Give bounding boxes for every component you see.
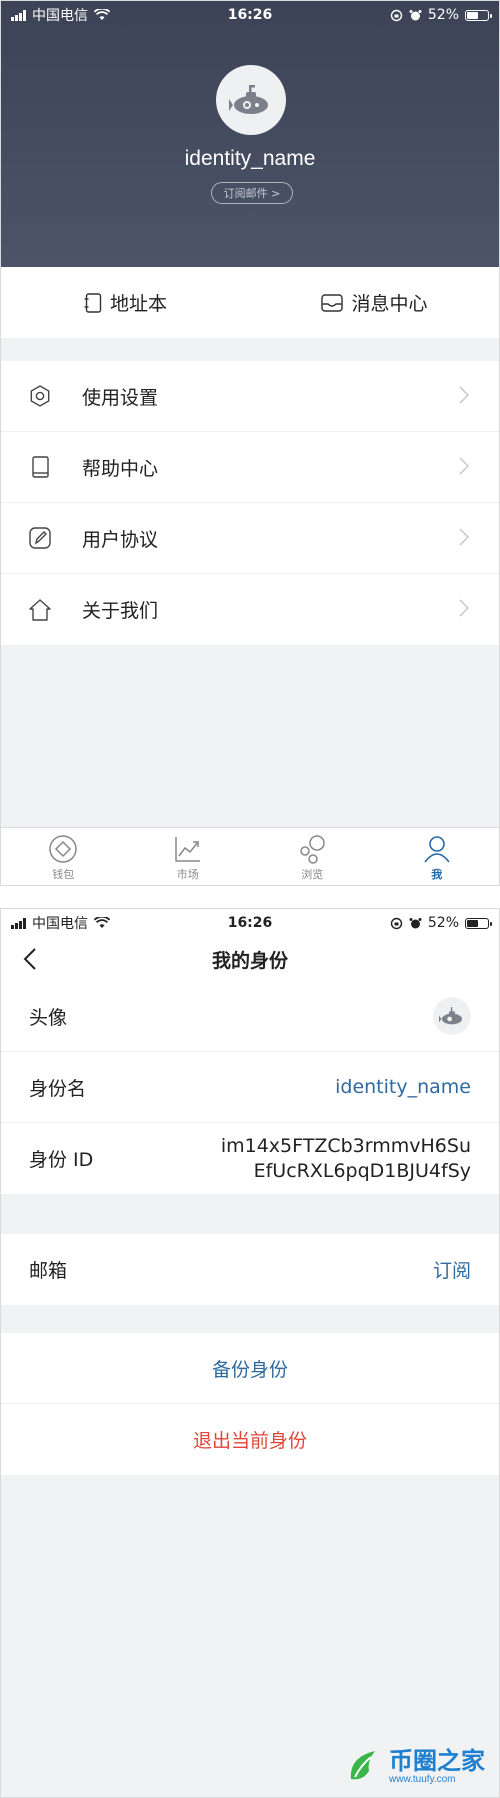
chevron-right-icon xyxy=(459,528,469,546)
nav-bar: 我的身份 xyxy=(1,937,499,981)
identity-screen: 中国电信 16:26 52% 我的身份 头像 身份名 identity_name… xyxy=(0,908,500,1798)
home-icon xyxy=(29,598,51,621)
rotation-lock-icon xyxy=(390,9,403,21)
address-book-icon xyxy=(84,292,102,313)
identity-id-value: im14x5FTZCb3rmmvH6Su EfUcRXL6pqD1BJU4fSy xyxy=(221,1134,471,1184)
alarm-icon xyxy=(409,917,422,928)
pen-icon xyxy=(29,527,51,549)
tab-label: 浏览 xyxy=(301,867,324,881)
tab-wallet[interactable]: 钱包 xyxy=(1,828,126,885)
wifi-icon xyxy=(94,917,110,928)
identity-id-line-1: im14x5FTZCb3rmmvH6Su xyxy=(220,1134,471,1157)
menu-item-settings[interactable]: 使用设置 xyxy=(1,361,499,432)
battery-fill xyxy=(467,919,479,927)
subscribe-mail-label: 订阅邮件 > xyxy=(223,187,281,200)
submarine-icon xyxy=(229,85,268,114)
tab-label: 钱包 xyxy=(52,867,75,881)
chart-icon xyxy=(175,836,200,862)
avatar-label: 头像 xyxy=(29,1006,68,1029)
status-bar: 中国电信 16:26 52% xyxy=(1,909,499,937)
wifi-icon xyxy=(94,9,110,20)
email-group: 邮箱 订阅 xyxy=(1,1234,499,1305)
tab-label: 市场 xyxy=(176,867,199,881)
avatar[interactable] xyxy=(433,997,471,1035)
profile-header: 中国电信 16:26 52% identity_name 订阅邮件 > xyxy=(1,1,499,267)
user-icon xyxy=(424,835,450,862)
watermark: 币圈之家 www.tuufy.com xyxy=(345,1747,485,1785)
battery-percent: 52% xyxy=(427,915,459,931)
submarine-icon xyxy=(439,1007,463,1025)
menu-item-about[interactable]: 关于我们 xyxy=(1,574,499,645)
email-label: 邮箱 xyxy=(29,1260,68,1282)
tab-browse[interactable]: 浏览 xyxy=(250,828,375,885)
battery-icon xyxy=(465,9,492,21)
identity-name[interactable]: identity_name xyxy=(1,147,499,171)
email-subscribe-link[interactable]: 订阅 xyxy=(433,1256,471,1283)
wallet-icon xyxy=(49,834,77,863)
tab-bar: 钱包 市场 浏览 我 xyxy=(1,827,500,885)
watermark-logo-icon xyxy=(350,1751,375,1780)
address-book-label: 地址本 xyxy=(109,293,167,315)
browse-icon xyxy=(300,834,325,864)
alarm-icon xyxy=(409,9,422,20)
rotation-lock-icon xyxy=(390,917,403,929)
address-book-button[interactable]: 地址本 xyxy=(1,289,250,316)
watermark-title: 币圈之家 xyxy=(389,1746,485,1775)
identity-id-row[interactable]: 身份 ID im14x5FTZCb3rmmvH6Su EfUcRXL6pqD1B… xyxy=(1,1123,499,1194)
back-arrow-icon[interactable] xyxy=(23,947,37,971)
menu-item-label: 用户协议 xyxy=(82,528,159,551)
identity-id-line-2: EfUcRXL6pqD1BJU4fSy xyxy=(253,1159,471,1182)
identity-info-group: 头像 身份名 identity_name 身份 ID im14x5FTZCb3r… xyxy=(1,981,499,1194)
subscribe-mail-button[interactable]: 订阅邮件 > xyxy=(211,182,293,204)
quick-actions: 地址本 消息中心 xyxy=(1,267,499,338)
battery-fill xyxy=(467,11,479,19)
message-center-button[interactable]: 消息中心 xyxy=(250,289,499,316)
chevron-right-icon xyxy=(459,599,469,617)
menu-item-agreement[interactable]: 用户协议 xyxy=(1,503,499,574)
identity-actions-group: 备份身份 退出当前身份 xyxy=(1,1333,499,1475)
inbox-icon xyxy=(321,293,344,312)
settings-menu: 使用设置 帮助中心 用户协议 关于我们 xyxy=(1,361,499,645)
menu-item-label: 使用设置 xyxy=(82,386,159,409)
carrier-label: 中国电信 xyxy=(32,916,88,932)
signal-icon xyxy=(11,917,26,929)
book-icon xyxy=(32,456,49,478)
tab-market[interactable]: 市场 xyxy=(126,828,251,885)
message-center-label: 消息中心 xyxy=(351,293,428,315)
status-bar: 中国电信 16:26 52% xyxy=(1,1,499,29)
tab-me[interactable]: 我 xyxy=(375,828,500,885)
avatar[interactable] xyxy=(216,65,286,135)
avatar-row[interactable]: 头像 xyxy=(1,981,499,1052)
menu-item-label: 帮助中心 xyxy=(82,457,159,480)
battery-percent: 52% xyxy=(427,7,459,23)
logout-identity-button[interactable]: 退出当前身份 xyxy=(1,1404,499,1475)
identity-name-value: identity_name xyxy=(335,1076,471,1098)
profile-screen: 中国电信 16:26 52% identity_name 订阅邮件 > 地址本 … xyxy=(0,0,500,886)
chevron-right-icon xyxy=(459,457,469,475)
identity-id-label: 身份 ID xyxy=(29,1149,94,1171)
page-title: 我的身份 xyxy=(211,949,288,972)
watermark-url: www.tuufy.com xyxy=(389,1773,456,1785)
identity-name-row[interactable]: 身份名 identity_name xyxy=(1,1052,499,1123)
email-row[interactable]: 邮箱 订阅 xyxy=(1,1234,499,1305)
menu-item-label: 关于我们 xyxy=(82,600,159,622)
menu-item-help[interactable]: 帮助中心 xyxy=(1,432,499,503)
backup-identity-button[interactable]: 备份身份 xyxy=(1,1333,499,1404)
identity-name-label: 身份名 xyxy=(29,1077,87,1100)
carrier-label: 中国电信 xyxy=(32,8,88,24)
battery-icon xyxy=(465,917,492,929)
gear-icon xyxy=(30,385,50,407)
chevron-right-icon xyxy=(459,386,469,404)
tab-label: 我 xyxy=(431,867,443,881)
signal-icon xyxy=(11,9,26,21)
